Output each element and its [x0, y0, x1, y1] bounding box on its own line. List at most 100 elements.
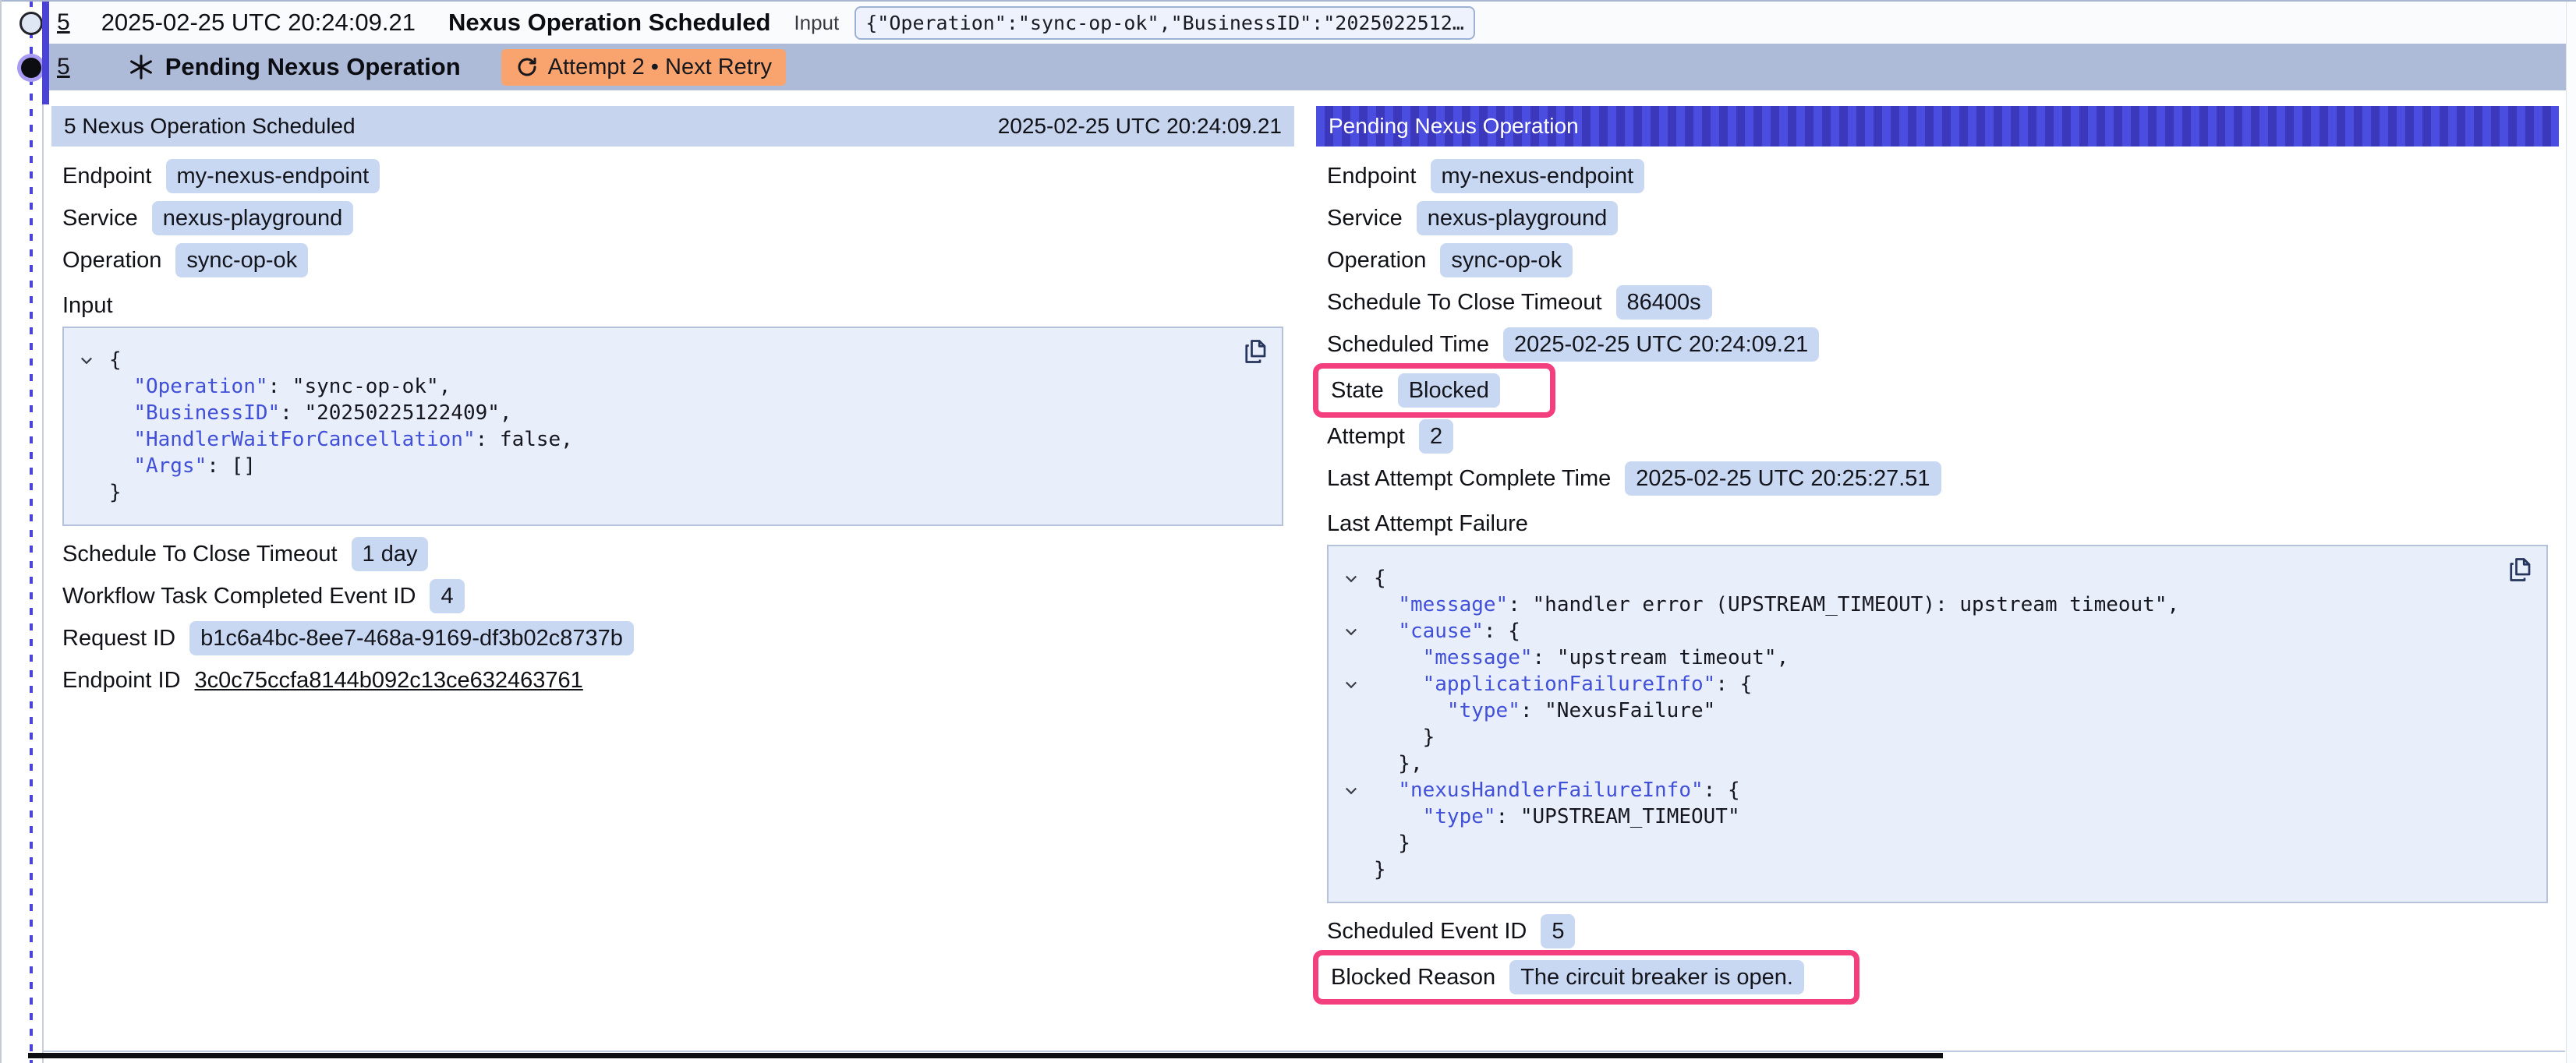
json-text: "Args": []: [109, 453, 256, 479]
json-line-gutter: [64, 400, 109, 426]
chevron-down-icon[interactable]: [1329, 777, 1374, 803]
field-label: Scheduled Event ID: [1327, 919, 1527, 945]
json-line-gutter: [1329, 750, 1374, 777]
field-value-chip: sync-op-ok: [1440, 243, 1573, 277]
field-label: Service: [1327, 206, 1403, 231]
json-line: "nexusHandlerFailureInfo": {: [1329, 777, 2492, 803]
event-row-pending[interactable]: 5 Pending Nexus Operation Attempt 2 • Ne…: [49, 44, 2567, 90]
field-workflow-task-completed-event-id: Workflow Task Completed Event ID 4: [62, 579, 1283, 613]
field-scheduled-event-id: Scheduled Event ID 5: [1327, 914, 2548, 948]
field-request-id: Request ID b1c6a4bc-8ee7-468a-9169-df3b0…: [62, 621, 1283, 655]
pending-panel-header: Pending Nexus Operation: [1316, 106, 2559, 147]
field-label: Schedule To Close Timeout: [62, 542, 338, 567]
json-text: }: [1374, 830, 1410, 856]
json-line: "message": "upstream timeout",: [1329, 645, 2492, 671]
field-label: Operation: [62, 248, 161, 274]
field-label: Scheduled Time: [1327, 332, 1489, 358]
panel-title: 5 Nexus Operation Scheduled: [64, 114, 356, 139]
json-line: "type": "UPSTREAM_TIMEOUT": [1329, 803, 2492, 830]
selected-event-accent-bar: [42, 2, 49, 104]
json-line: "message": "handler error (UPSTREAM_TIME…: [1329, 592, 2492, 618]
endpoint-id-link[interactable]: 3c0c75ccfa8144b092c13ce632463761: [195, 668, 583, 694]
json-line: "cause": {: [1329, 618, 2492, 645]
field-service: Service nexus-playground: [62, 201, 1283, 235]
field-value-chip: 2025-02-25 UTC 20:25:27.51: [1625, 461, 1941, 496]
failure-json-viewer: { "message": "handler error (UPSTREAM_TI…: [1327, 545, 2548, 903]
asterisk-icon: [128, 54, 154, 80]
scheduled-panel-header: 5 Nexus Operation Scheduled 2025-02-25 U…: [51, 106, 1294, 147]
json-text: "HandlerWaitForCancellation": false,: [109, 426, 573, 453]
json-line: "applicationFailureInfo": {: [1329, 671, 2492, 697]
field-value-chip: 2: [1419, 419, 1453, 454]
json-text: "nexusHandlerFailureInfo": {: [1374, 777, 1740, 803]
chevron-down-icon[interactable]: [1329, 565, 1374, 592]
field-endpoint: Endpoint my-nexus-endpoint: [1327, 159, 2548, 193]
blocked-reason-chip: The circuit breaker is open.: [1509, 960, 1804, 994]
event-id-link[interactable]: 5: [57, 54, 70, 80]
field-label: Last Attempt Complete Time: [1327, 466, 1611, 492]
field-value-chip: 86400s: [1616, 285, 1712, 320]
event-title: Nexus Operation Scheduled: [448, 9, 770, 37]
timeline-connector-line: [30, 0, 33, 1063]
field-value-chip: b1c6a4bc-8ee7-468a-9169-df3b02c8737b: [189, 621, 634, 655]
timeline-pending-dot-icon: [21, 58, 41, 78]
field-value-chip: 5: [1541, 914, 1575, 948]
refresh-icon: [515, 55, 539, 79]
json-line: }: [1329, 724, 2492, 750]
copy-icon[interactable]: [2506, 556, 2534, 584]
field-label: Endpoint: [1327, 164, 1417, 189]
json-line-gutter: [1329, 697, 1374, 724]
copy-icon[interactable]: [1241, 337, 1269, 366]
json-text: "cause": {: [1374, 618, 1520, 645]
field-label: Endpoint: [62, 164, 152, 189]
chevron-down-icon[interactable]: [64, 347, 109, 373]
scrollbar-track[interactable]: [2566, 2, 2576, 1063]
field-label: Endpoint ID: [62, 668, 181, 694]
field-value-chip: nexus-playground: [1417, 201, 1619, 235]
field-last-attempt-complete-time: Last Attempt Complete Time 2025-02-25 UT…: [1327, 461, 2548, 496]
json-line-gutter: [1329, 724, 1374, 750]
chevron-down-icon[interactable]: [1329, 671, 1374, 697]
json-line-gutter: [1329, 645, 1374, 671]
json-line-gutter: [64, 373, 109, 400]
window-left-border: [0, 0, 2, 1063]
event-id-link[interactable]: 5: [57, 9, 70, 36]
window-top-border: [0, 0, 2576, 2]
json-line: }: [1329, 830, 2492, 856]
input-column-label: Input: [794, 11, 839, 35]
json-text: }: [1374, 724, 1435, 750]
json-text: "Operation": "sync-op-ok",: [109, 373, 451, 400]
event-row-scheduled[interactable]: 5 2025-02-25 UTC 20:24:09.21 Nexus Opera…: [49, 2, 2565, 44]
retry-badge-label: Attempt 2 • Next Retry: [548, 55, 772, 80]
details-bottom-border: [28, 1053, 1943, 1058]
json-line: "BusinessID": "20250225122409",: [64, 400, 1227, 426]
json-line: {: [64, 347, 1227, 373]
json-line: }: [1329, 856, 2492, 883]
pending-operation-panel: Pending Nexus Operation Endpoint my-nexu…: [1316, 106, 2559, 1063]
json-line-gutter: [64, 479, 109, 506]
panel-timestamp: 2025-02-25 UTC 20:24:09.21: [998, 114, 1282, 139]
field-value-chip: 2025-02-25 UTC 20:24:09.21: [1503, 327, 1819, 362]
field-label: State: [1331, 378, 1384, 404]
pending-panel-body: Endpoint my-nexus-endpoint Service nexus…: [1316, 147, 2559, 998]
retry-status-badge: Attempt 2 • Next Retry: [501, 49, 786, 86]
field-label: Request ID: [62, 626, 175, 652]
chevron-down-icon[interactable]: [1329, 618, 1374, 645]
json-line-gutter: [64, 453, 109, 479]
field-endpoint: Endpoint my-nexus-endpoint: [62, 159, 1283, 193]
field-label: Workflow Task Completed Event ID: [62, 584, 416, 609]
timeline-event-circle-icon: [19, 12, 43, 35]
json-text: "message": "upstream timeout",: [1374, 645, 1789, 671]
scheduled-event-panel: 5 Nexus Operation Scheduled 2025-02-25 U…: [51, 106, 1294, 1063]
field-label: Attempt: [1327, 424, 1405, 450]
json-line-gutter: [1329, 803, 1374, 830]
json-text: "BusinessID": "20250225122409",: [109, 400, 512, 426]
failure-section-label: Last Attempt Failure: [1327, 511, 2548, 537]
json-text: "applicationFailureInfo": {: [1374, 671, 1752, 697]
json-line: "Operation": "sync-op-ok",: [64, 373, 1227, 400]
field-label: Blocked Reason: [1331, 965, 1495, 991]
field-blocked-reason-highlight-annotation: Blocked Reason The circuit breaker is op…: [1313, 950, 1859, 1005]
field-value-chip: my-nexus-endpoint: [166, 159, 380, 193]
field-endpoint-id: Endpoint ID 3c0c75ccfa8144b092c13ce63246…: [62, 663, 1283, 697]
json-line: "HandlerWaitForCancellation": false,: [64, 426, 1227, 453]
